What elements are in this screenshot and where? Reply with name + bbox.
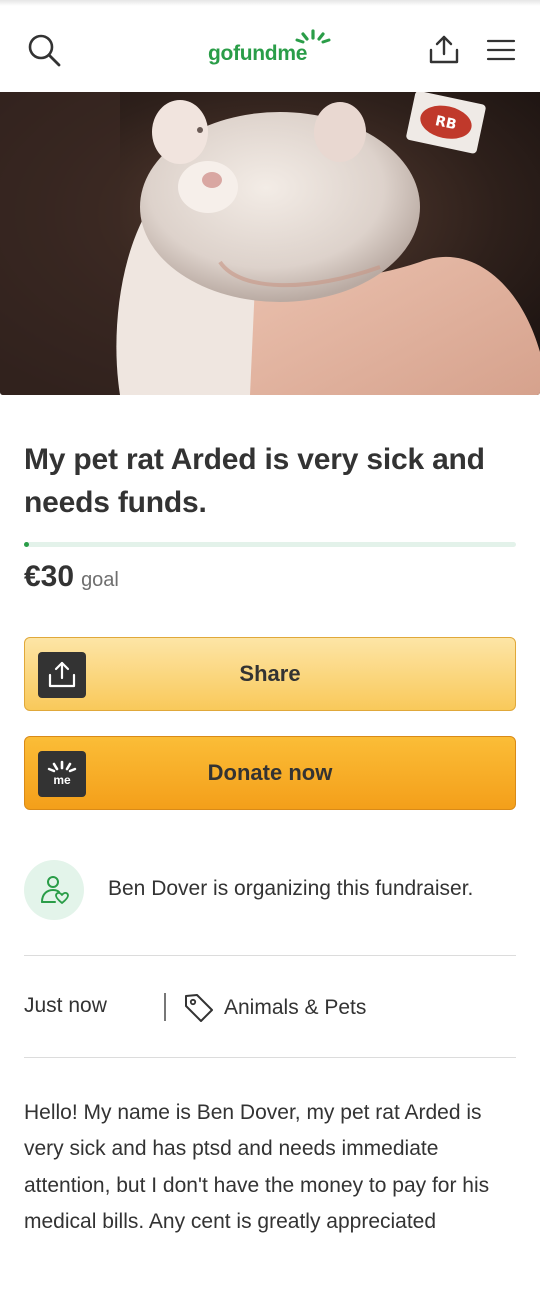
top-nav: gofundme [0, 6, 540, 92]
search-icon [28, 34, 61, 67]
menu-icon [486, 39, 516, 61]
progress-fill [24, 542, 29, 547]
organizer-heart-icon [41, 876, 69, 904]
goal-summary: €30 goal [24, 560, 119, 600]
logo-wordmark: gofundme [208, 42, 308, 65]
share-button-label: Share [239, 661, 301, 686]
donate-button-label: Donate now [207, 760, 333, 785]
goal-label: goal [81, 569, 119, 591]
organizer-row: Ben Dover is organizing this fundraiser. [24, 858, 524, 920]
gofundme-logo[interactable]: gofundme [208, 28, 338, 72]
me-glyph: me [53, 773, 71, 787]
campaign-hero-image: RB [0, 92, 540, 395]
divider [24, 1057, 516, 1058]
campaign-title: My pet rat Arded is very sick and needs … [24, 443, 485, 519]
share-button-icon-box [38, 652, 86, 698]
header-share-button[interactable] [424, 28, 464, 72]
logo-burst-icon [295, 29, 331, 44]
campaign-meta: Just now Animals & Pets [24, 990, 516, 1026]
gofundme-mark-icon: me [38, 751, 86, 797]
search-button[interactable] [22, 28, 66, 72]
category-label: Animals & Pets [224, 996, 367, 1019]
created-time: Just now [24, 994, 107, 1017]
donate-button[interactable]: me Donate now [24, 736, 516, 810]
organizer-avatar [24, 860, 84, 920]
rat-photo: RB [0, 92, 540, 395]
organizer-text: Ben Dover is organizing this fundraiser. [108, 877, 474, 900]
gofundme-me-icon: me [47, 760, 77, 787]
divider [24, 955, 516, 956]
campaign-story: Hello! My name is Ben Dover, my pet rat … [24, 1101, 490, 1233]
share-icon [429, 35, 459, 64]
menu-button[interactable] [480, 30, 522, 70]
progress-bar [24, 542, 516, 547]
goal-amount: €30 [24, 560, 75, 593]
category-link[interactable]: Animals & Pets [182, 990, 366, 1026]
share-button[interactable]: Share [24, 637, 516, 711]
share-icon [48, 661, 76, 688]
meta-separator [164, 993, 166, 1021]
tag-icon [185, 994, 213, 1022]
